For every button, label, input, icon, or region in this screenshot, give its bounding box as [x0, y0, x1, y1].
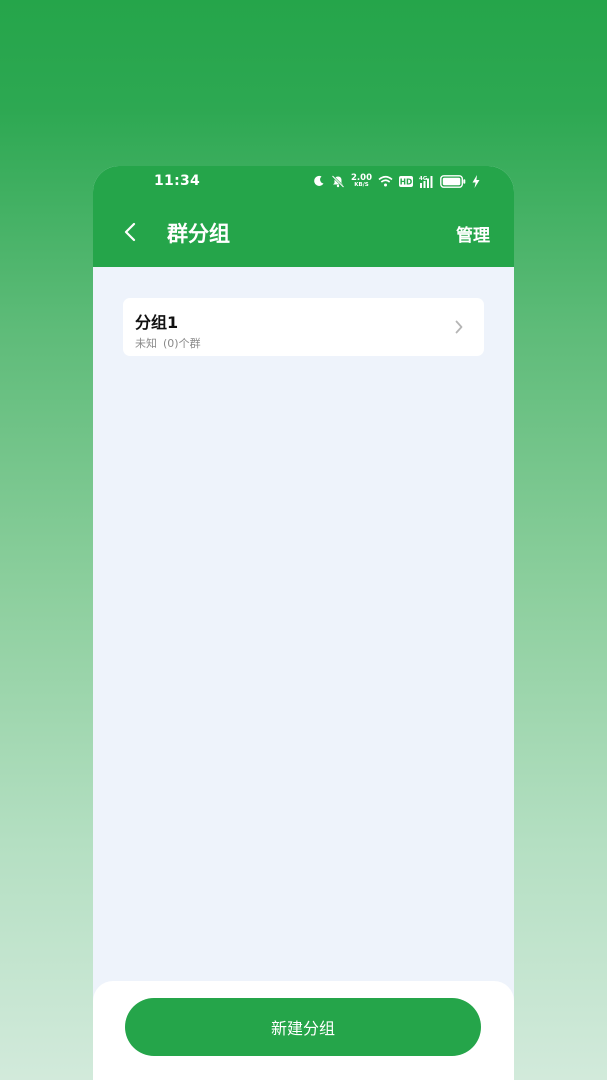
- new-group-button[interactable]: 新建分组: [125, 998, 481, 1056]
- chevron-left-icon: [124, 222, 136, 242]
- signal-label: 4G: [419, 176, 428, 182]
- charging-icon: [472, 174, 480, 188]
- app-screen: 11:34 2.00 KB/S HD 4G 群分组 管理 分组1 未知 (0)个…: [93, 166, 514, 1080]
- group-status: 未知: [135, 337, 157, 350]
- signal-icon: 4G: [419, 175, 434, 188]
- manage-button[interactable]: 管理: [456, 221, 490, 246]
- group-list-item[interactable]: 分组1 未知 (0)个群: [123, 298, 484, 356]
- group-meta: 未知 (0)个群: [135, 335, 201, 351]
- moon-icon: [313, 175, 325, 187]
- page-title: 群分组: [167, 222, 230, 246]
- net-speed-value: 2.00: [351, 172, 372, 183]
- mute-icon: [331, 174, 345, 188]
- status-time: 11:34: [154, 173, 201, 189]
- chevron-right-icon: [455, 320, 463, 334]
- group-count: (0)个群: [163, 337, 201, 350]
- hd-label: HD: [400, 177, 413, 186]
- group-name: 分组1: [135, 313, 179, 332]
- net-speed-unit: KB/S: [354, 182, 369, 188]
- wifi-icon: [378, 175, 393, 187]
- back-button[interactable]: [119, 220, 141, 244]
- bottom-panel: 新建分组: [93, 981, 514, 1080]
- hd-icon: HD: [399, 175, 413, 187]
- battery-icon: [440, 174, 466, 188]
- status-icons: 2.00 KB/S HD 4G: [313, 172, 480, 190]
- net-speed: 2.00 KB/S: [351, 172, 372, 189]
- header-bar: 11:34 2.00 KB/S HD 4G 群分组 管理: [93, 166, 514, 267]
